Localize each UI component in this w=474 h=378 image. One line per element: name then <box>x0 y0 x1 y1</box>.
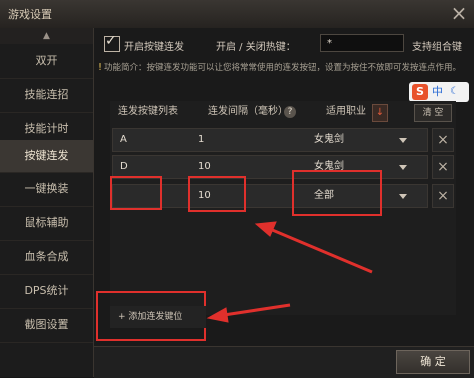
arrow-icon <box>206 303 291 323</box>
arrows-overlay <box>206 221 373 323</box>
arrow-icon <box>254 221 373 274</box>
ok-button[interactable]: 确 定 <box>396 350 470 374</box>
